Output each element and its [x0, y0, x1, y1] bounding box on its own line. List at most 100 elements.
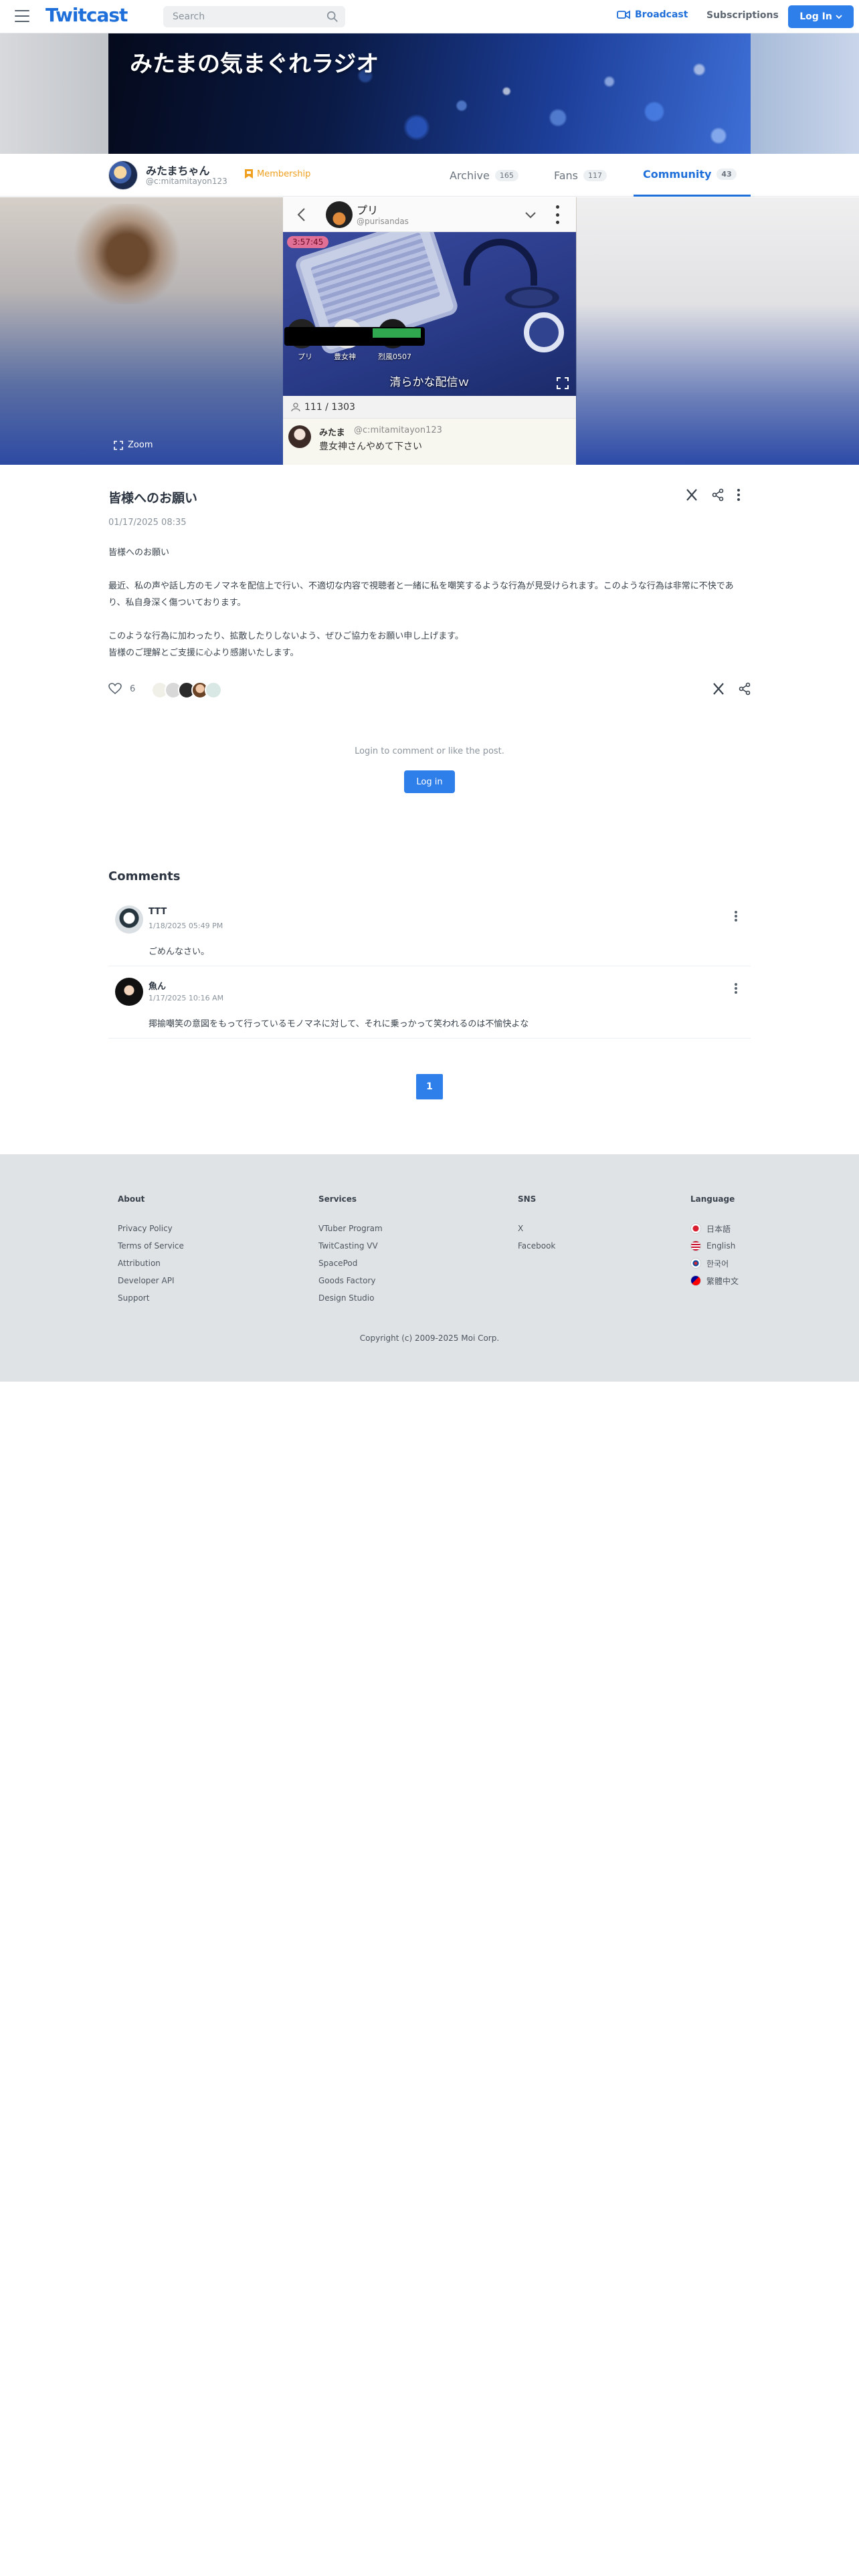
- footer-link[interactable]: X: [518, 1220, 555, 1237]
- comment-user[interactable]: 魚ん: [149, 979, 166, 992]
- language-label: 繁體中文: [706, 1276, 739, 1286]
- footer-heading: About: [118, 1194, 145, 1204]
- tab-fans-count: 117: [583, 169, 607, 181]
- search-icon[interactable]: [326, 11, 339, 23]
- login-hint: Login to comment or like the post.: [355, 746, 504, 756]
- heart-icon: [108, 683, 122, 695]
- hamburger-menu-icon[interactable]: [15, 10, 29, 22]
- footer: About Privacy Policy Terms of Service At…: [0, 1154, 859, 1382]
- redaction-box: [284, 327, 425, 346]
- pagination-current-page[interactable]: 1: [416, 1074, 443, 1099]
- more-options-icon[interactable]: [556, 205, 560, 224]
- login-label: Log In: [799, 11, 832, 22]
- post-paragraph: 皆様へのお願い: [108, 548, 170, 558]
- japan-flag-icon: [690, 1223, 701, 1234]
- more-options-icon[interactable]: [737, 489, 740, 501]
- footer-link[interactable]: SpacePod: [318, 1255, 383, 1272]
- membership-link[interactable]: Membership: [244, 169, 310, 179]
- tab-community[interactable]: Community 43: [634, 154, 751, 197]
- banner-title: みたまの気まぐれラジオ: [130, 51, 379, 78]
- profile-handle: @c:mitamitayon123: [146, 177, 227, 186]
- more-options-icon[interactable]: [735, 983, 737, 994]
- back-arrow-icon[interactable]: [295, 207, 308, 223]
- footer-heading: SNS: [518, 1194, 537, 1204]
- twitcast-logo[interactable]: Twitcast: [45, 4, 128, 26]
- liker-avatar[interactable]: [205, 681, 222, 699]
- chevron-down-icon[interactable]: [524, 208, 537, 221]
- footer-link[interactable]: VTuber Program: [318, 1220, 383, 1237]
- footer-link[interactable]: Terms of Service: [118, 1237, 184, 1255]
- comment-user[interactable]: TTT: [149, 907, 167, 917]
- post-login-button[interactable]: Log in: [404, 770, 455, 793]
- avatar[interactable]: [115, 978, 143, 1006]
- stream-header: プリ @purisandas: [283, 197, 576, 232]
- tab-fans[interactable]: Fans 117: [554, 154, 607, 197]
- video-camera-icon: [617, 10, 630, 19]
- language-option[interactable]: 한국어: [690, 1255, 739, 1272]
- profile-name[interactable]: みたまちゃん: [146, 162, 210, 178]
- share-icon[interactable]: [739, 682, 751, 695]
- broadcast-label: Broadcast: [635, 9, 688, 20]
- membership-badge-icon: [245, 169, 253, 179]
- chevron-down-icon: [836, 15, 842, 19]
- post-date: 01/17/2025 08:35: [108, 518, 187, 528]
- expand-icon: [114, 440, 123, 450]
- subscriptions-link[interactable]: Subscriptions: [706, 10, 779, 21]
- x-share-icon[interactable]: [685, 488, 698, 502]
- chat-text: 豊女神さんやめて下さい: [319, 441, 422, 452]
- tab-archive-label: Archive: [450, 169, 490, 182]
- tab-archive-count: 165: [494, 169, 518, 181]
- like-button[interactable]: 6: [108, 683, 135, 695]
- footer-link[interactable]: Developer API: [118, 1272, 184, 1289]
- liker-avatars: [151, 681, 222, 699]
- share-icon[interactable]: [712, 488, 724, 502]
- tab-community-label: Community: [643, 168, 712, 181]
- post-actions: [685, 488, 740, 502]
- backdrop-blur-left: [74, 204, 181, 304]
- footer-link[interactable]: TwitCasting VV: [318, 1237, 383, 1255]
- tab-archive[interactable]: Archive 165: [450, 154, 518, 197]
- broadcaster-avatar[interactable]: [326, 201, 353, 228]
- top-navigation-bar: Twitcast Broadcast Subscriptions Log In: [0, 0, 859, 33]
- broadcaster-handle: @purisandas: [357, 217, 409, 226]
- headphones-image: [464, 239, 537, 286]
- viewer-count: 111 / 1303: [283, 396, 576, 419]
- channel-banner: みたまの気まぐれラジオ: [108, 33, 751, 154]
- participant-name: プリ: [298, 352, 312, 361]
- language-label: 한국어: [706, 1259, 729, 1269]
- post-paragraph: 最近、私の声や話し方のモノマネを配信上で行い、不適切な内容で視聴者と一緒に私を嘲…: [108, 581, 734, 608]
- footer-sns-column: SNS X Facebook: [518, 1194, 555, 1255]
- fullscreen-icon[interactable]: [556, 377, 569, 390]
- like-count: 6: [130, 683, 136, 694]
- footer-link[interactable]: Privacy Policy: [118, 1220, 184, 1237]
- comment-date: 1/18/2025 05:49 PM: [149, 922, 223, 930]
- post-paragraph: [108, 611, 751, 628]
- search-box[interactable]: [163, 6, 345, 27]
- post-paragraph: 皆様のご理解とご支援に心より感謝いたします。: [108, 648, 299, 658]
- footer-link[interactable]: Attribution: [118, 1255, 184, 1272]
- footer-link[interactable]: Facebook: [518, 1237, 555, 1255]
- avatar[interactable]: [115, 905, 143, 934]
- x-share-icon[interactable]: [712, 682, 725, 695]
- more-options-icon[interactable]: [735, 911, 737, 922]
- footer-link[interactable]: Support: [118, 1289, 184, 1307]
- footer-services-column: Services VTuber Program TwitCasting VV S…: [318, 1194, 383, 1307]
- avatar[interactable]: [108, 160, 138, 190]
- language-option[interactable]: 日本語: [690, 1220, 739, 1237]
- zoom-button[interactable]: Zoom: [114, 440, 153, 450]
- participant-name: 豊女神: [334, 352, 356, 361]
- login-button[interactable]: Log In: [788, 5, 854, 28]
- chat-user: みたま: [319, 428, 345, 438]
- membership-label: Membership: [257, 169, 311, 179]
- footer-link[interactable]: Goods Factory: [318, 1272, 383, 1289]
- person-icon: [291, 402, 300, 411]
- post-title: 皆様へのお願い: [108, 491, 198, 506]
- footer-link[interactable]: Design Studio: [318, 1289, 383, 1307]
- stream-video[interactable]: 3:57:45 プリ 豊女神 烈風0507 清らかな配信ｗ: [283, 232, 576, 396]
- redaction-mark: [373, 328, 421, 338]
- search-input[interactable]: [163, 6, 317, 27]
- broadcast-button[interactable]: Broadcast: [617, 9, 688, 20]
- language-label: 日本語: [706, 1224, 731, 1234]
- language-option[interactable]: 繁體中文: [690, 1272, 739, 1289]
- language-option[interactable]: English: [690, 1237, 739, 1255]
